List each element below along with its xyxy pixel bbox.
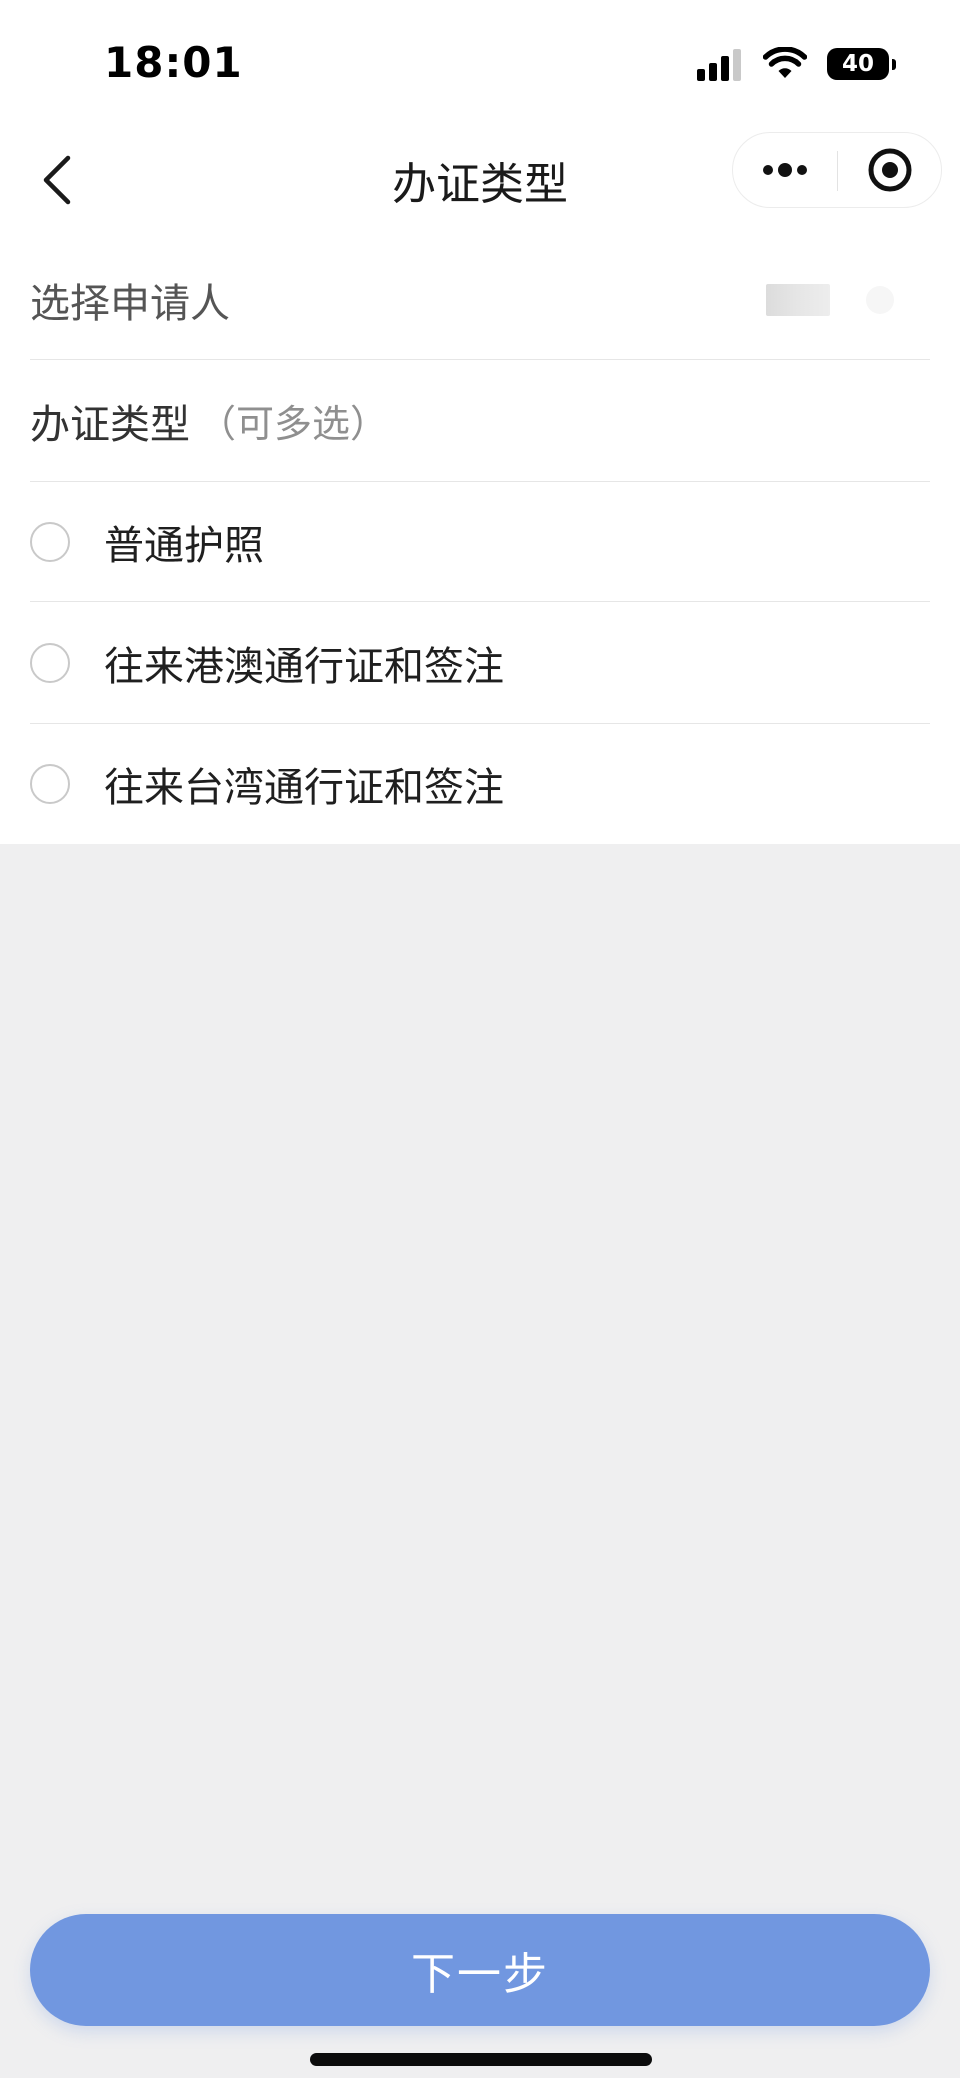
option-passport[interactable]: 普通护照 bbox=[30, 482, 930, 602]
close-button[interactable] bbox=[838, 133, 942, 207]
option-taiwan-permit[interactable]: 往来台湾通行证和签注 bbox=[30, 724, 930, 844]
status-time: 18:01 bbox=[104, 38, 243, 87]
radio-button[interactable] bbox=[30, 642, 70, 683]
status-icons: 40 bbox=[697, 44, 896, 84]
select-applicant-label: 选择申请人 bbox=[30, 280, 230, 327]
option-hk-macao-permit[interactable]: 往来港澳通行证和签注 bbox=[30, 602, 930, 724]
option-label: 往来港澳通行证和签注 bbox=[104, 643, 504, 690]
more-button[interactable] bbox=[733, 133, 837, 207]
option-label: 往来台湾通行证和签注 bbox=[104, 765, 504, 811]
battery-level: 40 bbox=[841, 51, 874, 77]
radio-button[interactable] bbox=[30, 764, 70, 804]
applicant-value-redacted bbox=[766, 284, 830, 316]
battery-tip bbox=[892, 58, 896, 70]
home-indicator bbox=[310, 2053, 652, 2066]
radio-button[interactable] bbox=[30, 521, 70, 562]
cert-type-header: 办证类型 （可多选） bbox=[30, 360, 930, 482]
wifi-icon bbox=[763, 47, 807, 78]
option-label: 普通护照 bbox=[104, 522, 264, 569]
cert-type-title: 办证类型 bbox=[30, 401, 190, 448]
mini-program-capsule bbox=[732, 132, 942, 208]
select-applicant-row[interactable]: 选择申请人 bbox=[30, 240, 930, 360]
next-step-button[interactable]: 下一步 bbox=[30, 1914, 930, 2026]
more-dots-icon bbox=[763, 163, 807, 177]
cert-type-hint: （可多选） bbox=[198, 402, 389, 446]
battery-icon: 40 bbox=[827, 48, 889, 80]
target-circle-icon bbox=[868, 148, 912, 192]
applicant-arrow-redacted bbox=[866, 286, 894, 314]
signal-icon bbox=[697, 47, 741, 81]
